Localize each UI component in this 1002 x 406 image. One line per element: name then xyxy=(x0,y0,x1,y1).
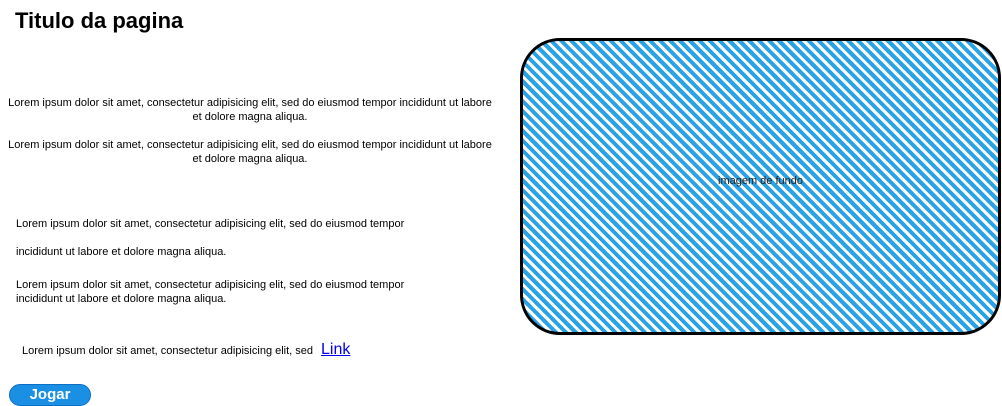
paragraph-centered-2: Lorem ipsum dolor sit amet, consectetur … xyxy=(8,139,492,165)
background-image-label: imagem de fundo xyxy=(718,175,803,187)
paragraph-split-line-1: Lorem ipsum dolor sit amet, consectetur … xyxy=(16,218,405,230)
play-button[interactable]: Jogar xyxy=(9,384,91,406)
link-row: Lorem ipsum dolor sit amet, consectetur … xyxy=(22,341,350,360)
page: Titulo da pagina Lorem ipsum dolor sit a… xyxy=(0,0,1002,406)
paragraph-split-line-2: incididunt ut labore et dolore magna ali… xyxy=(16,246,227,258)
background-image-placeholder: imagem de fundo xyxy=(520,38,1001,335)
link[interactable]: Link xyxy=(321,341,350,358)
page-title: Titulo da pagina xyxy=(15,8,184,33)
paragraph-centered-1: Lorem ipsum dolor sit amet, consectetur … xyxy=(8,97,492,123)
paragraph-left: Lorem ipsum dolor sit amet, consectetur … xyxy=(16,279,405,305)
link-row-text: Lorem ipsum dolor sit amet, consectetur … xyxy=(22,345,314,357)
